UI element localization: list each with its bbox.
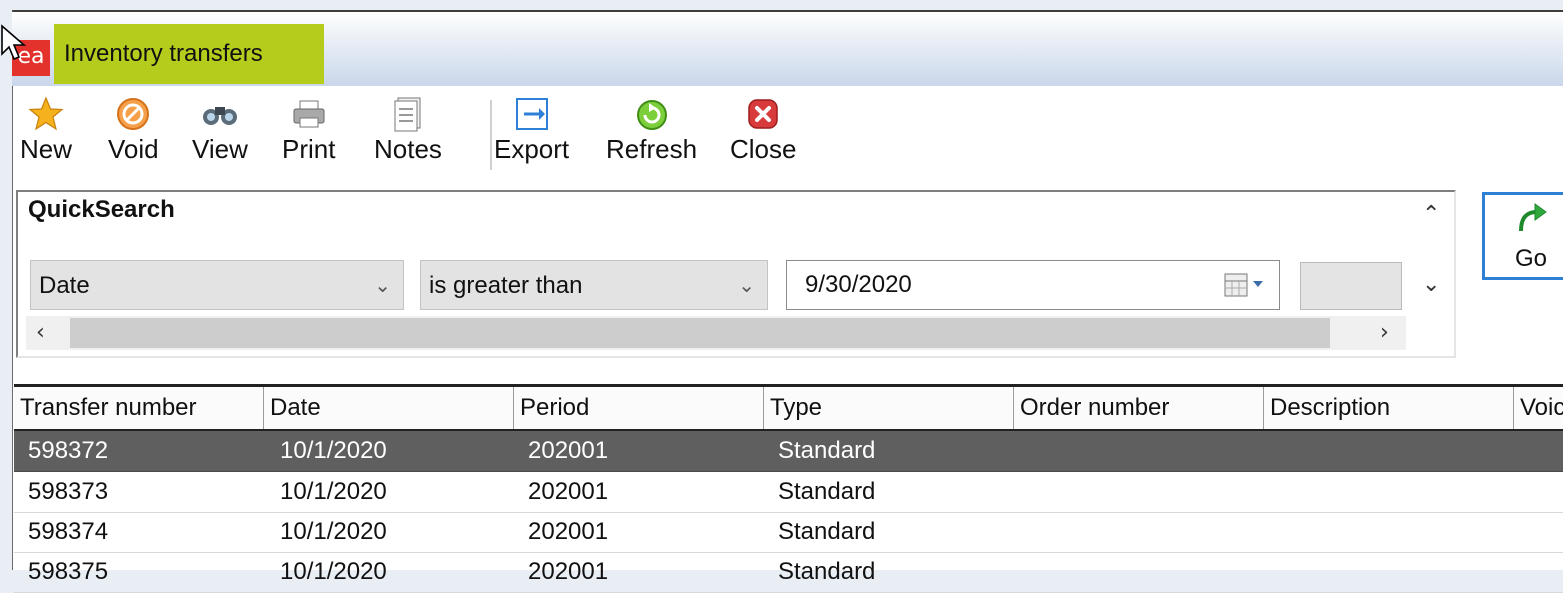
refresh-button[interactable]: Refresh bbox=[606, 94, 697, 165]
close-button[interactable]: Close bbox=[730, 94, 796, 165]
new-button[interactable]: New bbox=[20, 94, 72, 165]
view-label: View bbox=[192, 134, 248, 164]
transfers-grid: Transfer number Date Period Type Order n… bbox=[14, 384, 1563, 593]
cell-date: 10/1/2020 bbox=[280, 437, 387, 464]
go-label: Go bbox=[1515, 245, 1548, 272]
operator-dropdown-value: is greater than bbox=[429, 272, 583, 299]
quicksearch-panel: QuickSearch Date ⌄ is greater than ⌄ 9/3… bbox=[16, 190, 1456, 358]
column-header-period[interactable]: Period bbox=[514, 387, 764, 429]
window-title-tab[interactable]: Inventory transfers bbox=[54, 24, 324, 84]
field-dropdown[interactable]: Date ⌄ bbox=[30, 260, 404, 310]
notes-icon bbox=[389, 94, 427, 134]
notes-label: Notes bbox=[374, 134, 442, 164]
cell-period: 202001 bbox=[528, 518, 609, 545]
chevron-down-icon[interactable]: ⌄ bbox=[1422, 272, 1440, 297]
cell-type: Standard bbox=[778, 437, 876, 464]
mouse-cursor-icon bbox=[1, 24, 27, 61]
void-label: Void bbox=[108, 134, 159, 164]
cell-transfer-number: 598375 bbox=[28, 558, 109, 585]
cell-transfer-number: 598372 bbox=[28, 437, 109, 464]
operator-dropdown[interactable]: is greater than ⌄ bbox=[420, 260, 768, 310]
view-button[interactable]: View bbox=[192, 94, 248, 165]
secondary-value-input[interactable] bbox=[1300, 262, 1402, 310]
scrollbar-thumb[interactable] bbox=[70, 318, 1330, 348]
cell-type: Standard bbox=[778, 518, 876, 545]
binoculars-icon bbox=[201, 94, 239, 134]
column-header-void[interactable]: Voic bbox=[1514, 387, 1563, 429]
date-input-value: 9/30/2020 bbox=[805, 271, 912, 298]
close-icon bbox=[744, 94, 782, 134]
column-header-transfer-number[interactable]: Transfer number bbox=[14, 387, 264, 429]
column-header-type[interactable]: Type bbox=[764, 387, 1014, 429]
date-input[interactable]: 9/30/2020 bbox=[786, 260, 1280, 310]
field-dropdown-value: Date bbox=[39, 272, 90, 299]
cell-date: 10/1/2020 bbox=[280, 558, 387, 585]
notes-button[interactable]: Notes bbox=[374, 94, 442, 165]
go-button[interactable]: Go bbox=[1482, 192, 1563, 280]
chevron-up-icon[interactable]: ⌃ bbox=[1422, 202, 1440, 227]
go-arrow-icon bbox=[1519, 203, 1547, 232]
void-icon bbox=[114, 94, 152, 134]
table-row[interactable]: 598374 10/1/2020 202001 Standard bbox=[14, 512, 1563, 553]
toolbar: New Void View Print Notes Export Refresh… bbox=[14, 88, 1563, 180]
chevron-left-icon[interactable]: ‹ bbox=[36, 316, 45, 350]
table-row[interactable]: 598372 10/1/2020 202001 Standard bbox=[14, 431, 1563, 472]
print-button[interactable]: Print bbox=[282, 94, 335, 165]
void-button[interactable]: Void bbox=[108, 94, 159, 165]
chevron-down-icon: ⌄ bbox=[374, 275, 391, 297]
column-header-order-number[interactable]: Order number bbox=[1014, 387, 1264, 429]
cell-date: 10/1/2020 bbox=[280, 478, 387, 505]
horizontal-scrollbar[interactable]: ‹ › bbox=[26, 316, 1406, 350]
refresh-label: Refresh bbox=[606, 134, 698, 164]
cell-transfer-number: 598374 bbox=[28, 518, 109, 545]
cell-type: Standard bbox=[778, 478, 876, 505]
column-header-date[interactable]: Date bbox=[264, 387, 514, 429]
refresh-icon bbox=[633, 94, 671, 134]
cell-period: 202001 bbox=[528, 478, 609, 505]
chevron-right-icon[interactable]: › bbox=[1380, 316, 1389, 350]
cell-period: 202001 bbox=[528, 437, 609, 464]
export-label: Export bbox=[494, 134, 570, 164]
cell-type: Standard bbox=[778, 558, 876, 585]
window-title: Inventory transfers bbox=[64, 40, 263, 67]
star-icon bbox=[27, 94, 65, 134]
close-label: Close bbox=[730, 134, 797, 164]
quicksearch-title: QuickSearch bbox=[28, 196, 175, 223]
print-label: Print bbox=[282, 134, 336, 164]
table-row[interactable]: 598373 10/1/2020 202001 Standard bbox=[14, 472, 1563, 513]
export-button[interactable]: Export bbox=[494, 94, 569, 165]
printer-icon bbox=[290, 94, 328, 134]
cell-date: 10/1/2020 bbox=[280, 518, 387, 545]
grid-header: Transfer number Date Period Type Order n… bbox=[14, 387, 1563, 431]
calendar-icon[interactable] bbox=[1223, 271, 1267, 299]
table-row[interactable]: 598375 10/1/2020 202001 Standard bbox=[14, 552, 1563, 593]
export-icon bbox=[513, 94, 551, 134]
column-header-description[interactable]: Description bbox=[1264, 387, 1514, 429]
chevron-down-icon: ⌄ bbox=[738, 275, 755, 297]
cell-period: 202001 bbox=[528, 558, 609, 585]
vertical-scrollbar[interactable]: ⌃ ⌄ bbox=[1412, 192, 1454, 322]
new-label: New bbox=[20, 134, 73, 164]
toolbar-separator bbox=[490, 100, 492, 170]
cell-transfer-number: 598373 bbox=[28, 478, 109, 505]
